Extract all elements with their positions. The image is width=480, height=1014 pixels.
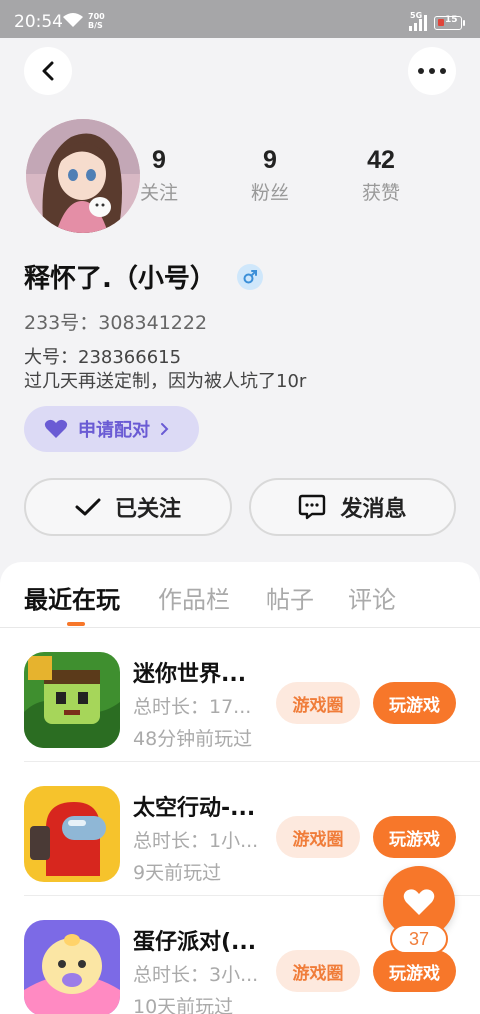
- play-game-button[interactable]: 玩游戏: [373, 950, 456, 992]
- check-icon: [75, 498, 101, 516]
- game-duration: 总时长：17...: [133, 696, 252, 718]
- game-name: 蛋仔派对(...: [133, 930, 257, 955]
- battery-level: 15: [445, 15, 458, 25]
- chevron-right-icon: [161, 423, 169, 435]
- stat-fans-label: 粉丝: [250, 182, 289, 204]
- pair-request-button[interactable]: 申请配对: [24, 406, 199, 452]
- pair-request-label: 申请配对: [78, 420, 150, 441]
- heart-icon: [44, 419, 68, 438]
- stat-likes-label: 获赞: [361, 182, 400, 204]
- male-icon: [237, 264, 263, 290]
- game-last-played: 48分钟前玩过: [133, 728, 253, 750]
- tab-posts[interactable]: 帖子: [266, 580, 314, 615]
- game-circle-button[interactable]: 游戏圈: [276, 950, 360, 992]
- stat-following-label: 关注: [139, 182, 178, 204]
- tab-recently-played[interactable]: 最近在玩: [24, 580, 120, 615]
- bio: 大号：238366615 过几天再送定制，因为被人坑了10r: [24, 346, 306, 394]
- net-speed-value: 700: [88, 12, 105, 21]
- game-name: 迷你世界...: [133, 662, 247, 687]
- message-icon: [299, 494, 326, 520]
- send-message-label: 发消息: [340, 497, 407, 522]
- status-bar: 20:54 700 B/S 5G 15: [0, 0, 480, 38]
- stat-following[interactable]: 9 关注: [114, 146, 204, 205]
- tab-active-indicator: [67, 622, 85, 626]
- play-game-button[interactable]: 玩游戏: [373, 816, 456, 858]
- game-duration: 总时长：1小...: [133, 830, 259, 852]
- more-button[interactable]: [408, 47, 456, 95]
- followed-label: 已关注: [114, 497, 181, 522]
- game-name: 太空行动-...: [133, 796, 256, 821]
- send-message-button[interactable]: 发消息: [249, 478, 456, 536]
- game-last-played: 9天前玩过: [133, 862, 222, 884]
- game-last-played: 10天前玩过: [133, 996, 234, 1014]
- game-icon-space-action: [24, 786, 120, 882]
- tab-works[interactable]: 作品栏: [158, 580, 230, 615]
- game-circle-button[interactable]: 游戏圈: [276, 682, 360, 724]
- more-icon: [418, 68, 446, 74]
- game-icon-mini-world: [24, 652, 120, 748]
- game-circle-button[interactable]: 游戏圈: [276, 816, 360, 858]
- user-id: 233号：308341222: [24, 312, 208, 334]
- stat-following-value: 9: [152, 146, 166, 174]
- stat-likes[interactable]: 42 获赞: [336, 146, 426, 205]
- net-speed: 700 B/S: [88, 12, 105, 30]
- bio-line: 大号：238366615: [24, 347, 182, 368]
- net-speed-unit: B/S: [88, 21, 103, 30]
- list-item[interactable]: 迷你世界... 总时长：17... 48分钟前玩过 游戏圈 玩游戏: [0, 628, 480, 762]
- battery-cap: [463, 20, 465, 26]
- game-icon-eggy-party: [24, 920, 120, 1014]
- tab-comments[interactable]: 评论: [348, 580, 396, 615]
- chevron-left-icon: [42, 61, 54, 81]
- network-type: 5G: [410, 11, 423, 20]
- back-button[interactable]: [24, 47, 72, 95]
- wifi-icon: [62, 12, 84, 32]
- game-duration: 总时长：3小...: [133, 964, 259, 986]
- play-game-button[interactable]: 玩游戏: [373, 682, 456, 724]
- like-count: 37: [390, 924, 448, 954]
- stat-likes-value: 42: [367, 146, 395, 174]
- stat-fans[interactable]: 9 粉丝: [225, 146, 315, 205]
- stat-fans-value: 9: [263, 146, 277, 174]
- followed-button[interactable]: 已关注: [24, 478, 232, 536]
- nickname: 释怀了.（小号）: [24, 264, 216, 294]
- status-time: 20:54: [14, 12, 63, 32]
- bio-line: 过几天再送定制，因为被人坑了10r: [24, 371, 307, 392]
- heart-icon: [403, 889, 435, 915]
